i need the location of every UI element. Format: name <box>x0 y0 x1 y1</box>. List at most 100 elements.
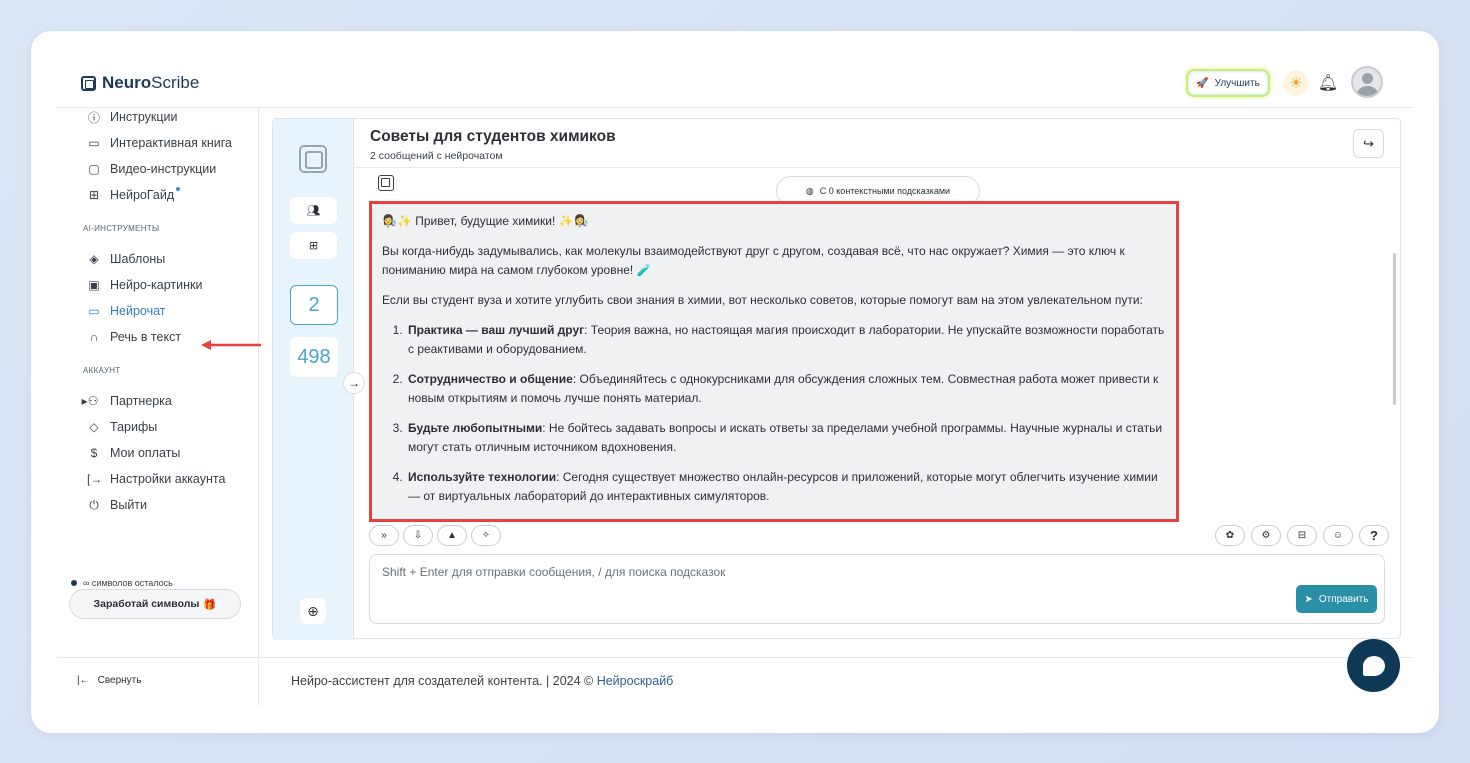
sidebar-item-partner[interactable]: ▸⚇ Партнерка <box>79 392 172 410</box>
send-icon: ➤ <box>1304 593 1313 605</box>
footer-divider <box>57 657 1413 658</box>
sidebar-item-label: Видео-инструкции <box>110 162 217 176</box>
tip-title: Будьте любопытными <box>408 421 543 435</box>
messages-scrollbar[interactable] <box>1393 253 1396 405</box>
headphones-icon: ∩ <box>89 330 99 344</box>
chat-title: Советы для студентов химиков <box>370 128 616 145</box>
help-button[interactable]: ? <box>1359 525 1389 546</box>
collapse-label: Свернуть <box>97 675 142 686</box>
footer-link[interactable]: Нейроскрайб <box>597 674 674 688</box>
earn-symbols-button[interactable]: Заработай символы 🎁 <box>69 589 241 619</box>
list-item: Практика — ваш лучший друг: Теория важна… <box>406 321 1166 359</box>
support-chat-button[interactable] <box>1347 639 1400 692</box>
sidebar-item-payments[interactable]: $ Мои оплаты <box>87 444 181 462</box>
upgrade-label: Улучшить <box>1214 77 1260 89</box>
message-toolbar-left: » ⇩ ▲ ✧ <box>369 525 501 546</box>
collapse-sidebar-button[interactable]: |← Свернуть <box>77 675 141 686</box>
chevrons-down-icon[interactable]: » <box>369 525 399 546</box>
rocket-icon: 🚀 <box>1196 77 1209 89</box>
context-hints-label: С 0 контекстными подсказками <box>819 186 951 196</box>
logo[interactable]: NeuroScribe <box>81 73 199 93</box>
sidebar-item-label: Партнерка <box>110 394 172 408</box>
assistant-message: 👩‍🔬✨ Привет, будущие химики! ✨👩‍🔬 Вы ког… <box>369 201 1179 522</box>
sidebar-item-speech-to-text[interactable]: ∩ Речь в текст <box>87 328 181 346</box>
message-input[interactable] <box>382 565 1282 585</box>
dollar-icon: $ <box>90 446 98 460</box>
title-divider <box>354 167 1400 168</box>
tip-title: Практика — ваш лучший друг <box>408 323 585 337</box>
bell-icon[interactable]: 🔔︎ <box>1315 70 1341 96</box>
section-account: АККАУНТ <box>83 366 121 375</box>
sidebar-item-label: Выйти <box>110 498 148 512</box>
sidebar-item-neurochat[interactable]: ▭ Нейрочат <box>87 302 166 320</box>
help-circle-icon: ⓘ <box>87 110 100 125</box>
layers-icon: ◈ <box>89 252 99 266</box>
image-icon: ▣ <box>88 278 100 292</box>
sidebar-item-label: Нейрочат <box>110 304 166 318</box>
power-icon: ⏻ <box>89 497 99 512</box>
tag-icon: ◇ <box>89 420 99 434</box>
theme-toggle-sun-icon[interactable]: ☀ <box>1283 70 1309 96</box>
bot-avatar-icon <box>378 175 394 191</box>
sidebar-item-templates[interactable]: ◈ Шаблоны <box>87 250 165 268</box>
sidebar-item-interactive-book[interactable]: ▭ Интерактивная книга <box>87 134 232 152</box>
app-window: NeuroScribe 🚀 Улучшить ☀ 🔔︎ ⓘ Инструкции… <box>31 31 1439 733</box>
sidebar-item-account-settings[interactable]: [→ Настройки аккаунта <box>87 470 225 488</box>
earn-label: Заработай символы <box>93 598 200 610</box>
puzzle-icon[interactable]: ✿ <box>1215 525 1245 546</box>
add-chat-icon[interactable]: ⊕ <box>300 598 326 624</box>
chat-count-badge[interactable]: 2 <box>290 285 338 325</box>
sidebar-item-video[interactable]: ▢ Видео-инструкции <box>87 160 216 178</box>
logo-icon <box>81 75 96 91</box>
share-icon[interactable]: ↪ <box>1353 129 1384 158</box>
message-input-box: ➤ Отправить <box>369 554 1385 624</box>
panel-icon[interactable]: ⊟ <box>1287 525 1317 546</box>
arrow-right-icon[interactable]: → <box>343 372 365 394</box>
avatar[interactable] <box>1351 66 1383 98</box>
symbols-left-text: ∞ символов осталось <box>83 578 173 588</box>
users-icon[interactable]: 👥︎ <box>290 197 337 224</box>
sidebar-item-label: Нейро-картинки <box>110 278 203 292</box>
sidebar-item-label: Речь в текст <box>110 330 182 344</box>
message-paragraph: Вы когда-нибудь задумывались, как молеку… <box>382 244 1125 277</box>
layout-icon: ⊞ <box>88 188 100 202</box>
sidebar-item-instructions[interactable]: ⓘ Инструкции <box>87 108 178 126</box>
new-indicator <box>176 187 181 191</box>
sidebar-item-tariffs[interactable]: ◇ Тарифы <box>87 418 157 436</box>
sidebar-item-label: Интерактивная книга <box>110 136 232 150</box>
send-label: Отправить <box>1318 593 1369 605</box>
send-button[interactable]: ➤ Отправить <box>1296 585 1377 613</box>
message-greeting: 👩‍🔬✨ Привет, будущие химики! ✨👩‍🔬 <box>382 214 589 228</box>
logo-prefix: Neuro <box>102 73 152 92</box>
sidebar: ⓘ Инструкции ▭ Интерактивная книга ▢ Вид… <box>57 108 261 706</box>
gift-icon: 🎁 <box>203 598 217 611</box>
annotation-arrow <box>201 340 261 350</box>
tip-title: Сотрудничество и общение <box>408 372 573 386</box>
sidebar-item-neuro-images[interactable]: ▣ Нейро-картинки <box>87 276 202 294</box>
other-count-badge[interactable]: 498 <box>290 337 338 377</box>
list-item: Используйте технологии: Сегодня существу… <box>406 468 1166 506</box>
upgrade-button[interactable]: 🚀 Улучшить <box>1186 69 1270 97</box>
sidebar-item-label: Инструкции <box>110 110 178 124</box>
sidebar-item-label: Тарифы <box>110 420 158 434</box>
settings-icon[interactable]: ⚙ <box>1251 525 1281 546</box>
chat-left-column: 👥︎ ⊞ 2 498 ⊕ <box>273 119 354 640</box>
image-icon[interactable]: ▲ <box>437 525 467 546</box>
magic-wand-icon[interactable]: ✧ <box>471 525 501 546</box>
chat-icon: ▭ <box>88 304 100 318</box>
robot-icon[interactable]: ☺ <box>1323 525 1353 546</box>
footer-text: Нейро-ассистент для создателей контента.… <box>291 674 673 688</box>
sidebar-item-logout[interactable]: ⏻ Выйти <box>87 496 147 514</box>
list-item: Сотрудничество и общение: Объединяйтесь … <box>406 370 1166 408</box>
sidebar-item-neuroguide[interactable]: ⊞ НейроГайд <box>87 186 187 204</box>
list-item: Будьте любопытными: Не бойтесь задавать … <box>406 419 1166 457</box>
logo-suffix: Scribe <box>151 73 200 92</box>
video-icon: ▢ <box>88 162 100 176</box>
users-icon: ▸⚇ <box>81 394 99 408</box>
download-icon[interactable]: ⇩ <box>403 525 433 546</box>
tip-title: Используйте технологии <box>408 470 557 484</box>
sidebar-item-label: Настройки аккаунта <box>110 472 226 486</box>
grid-icon[interactable]: ⊞ <box>290 232 337 259</box>
palette-icon: ◍ <box>805 185 814 196</box>
tips-list: Практика — ваш лучший друг: Теория важна… <box>382 321 1166 506</box>
